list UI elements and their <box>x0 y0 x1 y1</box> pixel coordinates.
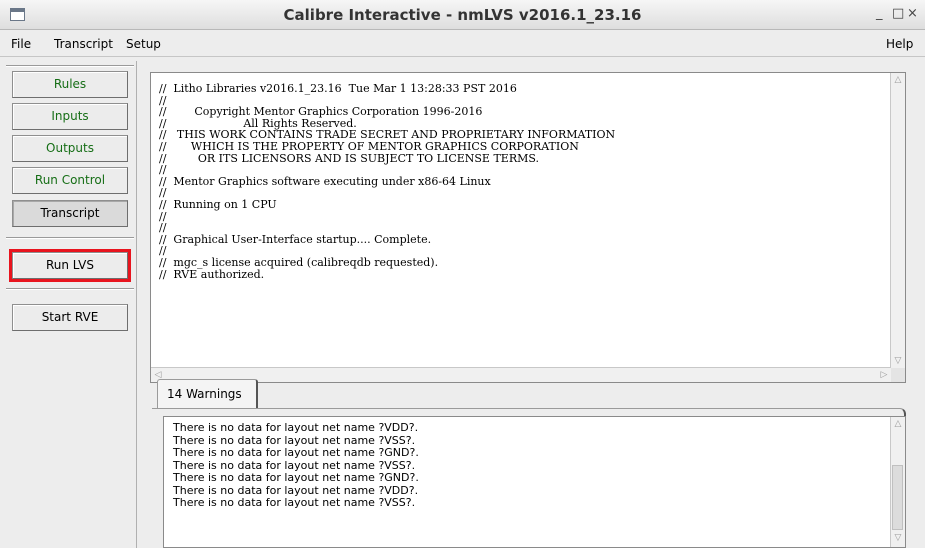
scroll-down-icon[interactable]: ▽ <box>892 532 904 544</box>
minimize-button[interactable]: _ <box>876 6 883 21</box>
scroll-right-icon[interactable]: ▷ <box>878 369 890 381</box>
nav-transcript-button[interactable]: Transcript <box>12 200 128 227</box>
scroll-down-icon[interactable]: ▽ <box>892 355 904 367</box>
tab-warnings[interactable]: 14 Warnings <box>157 379 258 408</box>
nav-run-control-button[interactable]: Run Control <box>12 167 128 194</box>
sidebar-divider <box>6 288 134 290</box>
sidebar-divider <box>6 65 134 67</box>
transcript-line: // WHICH IS THE PROPERTY OF MENTOR GRAPH… <box>159 139 579 153</box>
transcript-line: // <box>159 163 167 177</box>
warning-item[interactable]: There is no data for layout net name ?GN… <box>173 446 419 460</box>
transcript-line: // Graphical User-Interface startup.... … <box>159 232 432 246</box>
transcript-vertical-scrollbar[interactable]: △ ▽ <box>890 73 905 368</box>
sidebar: Rules Inputs Outputs Run Control Transcr… <box>6 61 137 548</box>
main-area: // Litho Libraries v2016.1_23.16 Tue Mar… <box>143 61 919 548</box>
transcript-line: // <box>159 221 167 235</box>
close-button[interactable]: × <box>907 6 918 21</box>
sidebar-divider <box>6 237 134 239</box>
title-bar: Calibre Interactive - nmLVS v2016.1_23.1… <box>0 0 925 30</box>
scroll-thumb[interactable] <box>892 465 903 530</box>
menu-setup[interactable]: Setup <box>126 37 161 51</box>
transcript-line: // mgc_s license acquired (calibreqdb re… <box>159 255 439 269</box>
transcript-line: // RVE authorized. <box>159 267 265 281</box>
warning-item[interactable]: There is no data for layout net name ?VD… <box>173 421 419 435</box>
warnings-list-pane[interactable]: There is no data for layout net name ?VD… <box>163 416 906 548</box>
transcript-text: // Litho Libraries v2016.1_23.16 Tue Mar… <box>159 83 615 280</box>
transcript-line: // OR ITS LICENSORS AND IS SUBJECT TO LI… <box>159 151 540 165</box>
menu-bar: File Transcript Setup Help <box>0 30 925 57</box>
transcript-pane[interactable]: // Litho Libraries v2016.1_23.16 Tue Mar… <box>150 72 906 383</box>
transcript-line: // <box>159 209 167 223</box>
scroll-up-icon[interactable]: △ <box>892 74 904 86</box>
menu-file[interactable]: File <box>11 37 31 51</box>
transcript-line: // Litho Libraries v2016.1_23.16 Tue Mar… <box>159 82 517 95</box>
run-lvs-highlight <box>9 249 131 282</box>
nav-inputs-button[interactable]: Inputs <box>12 103 128 130</box>
window-title: Calibre Interactive - nmLVS v2016.1_23.1… <box>283 6 642 24</box>
transcript-horizontal-scrollbar[interactable]: ◁ ▷ <box>151 367 891 382</box>
transcript-line: // Mentor Graphics software executing un… <box>159 174 491 188</box>
warnings-list: There is no data for layout net name ?VD… <box>173 421 419 510</box>
warnings-vertical-scrollbar[interactable]: △ ▽ <box>890 417 905 547</box>
menu-help[interactable]: Help <box>886 37 913 51</box>
nav-outputs-button[interactable]: Outputs <box>12 135 128 162</box>
warning-item[interactable]: There is no data for layout net name ?GN… <box>173 471 419 485</box>
maximize-button[interactable]: □ <box>892 6 904 21</box>
nav-rules-button[interactable]: Rules <box>12 71 128 98</box>
menu-transcript[interactable]: Transcript <box>54 37 113 51</box>
start-rve-button[interactable]: Start RVE <box>12 304 128 331</box>
transcript-line: // Running on 1 CPU <box>159 197 277 211</box>
scroll-corner <box>891 368 905 382</box>
warning-item[interactable]: There is no data for layout net name ?VS… <box>173 496 419 510</box>
scroll-up-icon[interactable]: △ <box>892 418 904 430</box>
